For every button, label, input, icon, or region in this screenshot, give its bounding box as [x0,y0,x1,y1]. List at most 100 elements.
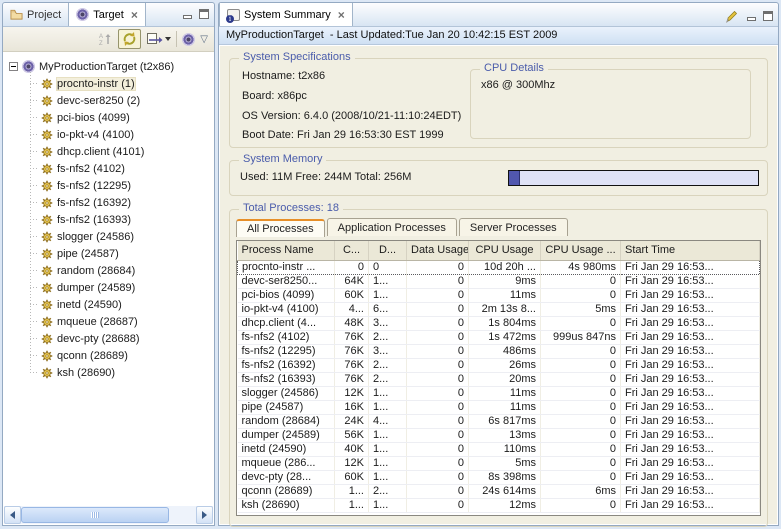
table-row[interactable]: qconn (28689)1...2...024s 614ms6msFri Ja… [238,484,760,498]
tree-item[interactable]: ksh (28690) [4,364,213,381]
table-row[interactable]: devc-pty (28...60K1...08s 398ms0Fri Jan … [238,470,760,484]
table-cell: 0 [407,484,469,498]
table-row[interactable]: fs-nfs2 (4102)76K2...01s 472ms999us 847n… [238,330,760,344]
system-summary-view: System Summary × MyProductionTarget - La… [218,2,779,526]
scroll-right-button[interactable] [196,506,213,524]
minimize-icon[interactable] [747,17,756,21]
gear-icon [41,180,53,192]
table-row[interactable]: random (28684)24K4...06s 817ms0Fri Jan 2… [238,414,760,428]
toolbar-separator [176,31,177,47]
table-cell: 2... [369,484,407,498]
maximize-icon[interactable] [199,9,209,19]
tree-item-label: pipe (24587) [57,248,119,260]
table-cell: 0 [541,400,621,414]
collapse-icon[interactable] [9,62,18,71]
tree-root-item[interactable]: MyProductionTarget (t2x86) [4,58,213,75]
tab-system-summary[interactable]: System Summary × [219,3,353,26]
table-cell: 1... [369,288,407,302]
table-row[interactable]: pipe (24587)16K1...011ms0Fri Jan 29 16:5… [238,400,760,414]
tree-item[interactable]: devc-ser8250 (2) [4,92,213,109]
tree-item[interactable]: devc-pty (28688) [4,330,213,347]
table-cell: 0 [541,274,621,288]
column-header[interactable]: D... [369,241,407,260]
tree-item-label: slogger (24586) [57,231,134,243]
table-row[interactable]: inetd (24590)40K1...0110ms0Fri Jan 29 16… [238,442,760,456]
table-cell: 1... [369,498,407,512]
table-cell: 1... [369,386,407,400]
tree-item[interactable]: procnto-instr (1) [4,75,213,92]
table-row[interactable]: slogger (24586)12K1...011ms0Fri Jan 29 1… [238,386,760,400]
tree-item-label: devc-ser8250 (2) [57,95,140,107]
table-cell: 76K [335,372,369,386]
tree-item[interactable]: pipe (24587) [4,245,213,262]
table-cell: 110ms [469,442,541,456]
target-toolbar: A Z ▽ [3,27,214,52]
scrollbar-thumb[interactable] [21,507,169,523]
table-cell: Fri Jan 29 16:53... [621,470,760,484]
close-icon[interactable]: × [131,9,138,21]
tree-item[interactable]: dhcp.client (4101) [4,143,213,160]
tree-item[interactable]: fs-nfs2 (12295) [4,177,213,194]
table-row[interactable]: io-pkt-v4 (4100)4...6...02m 13s 8...5msF… [238,302,760,316]
sort-button[interactable]: A Z [97,29,113,49]
table-row[interactable]: pci-bios (4099)60K1...011ms0Fri Jan 29 1… [238,288,760,302]
close-icon[interactable]: × [338,9,345,21]
tree-item[interactable]: slogger (24586) [4,228,213,245]
table-row[interactable]: fs-nfs2 (12295)76K3...0486ms0Fri Jan 29 … [238,344,760,358]
table-row[interactable]: procnto-instr ...00010d 20h ...4s 980msF… [238,260,760,274]
tree-item[interactable]: random (28684) [4,262,213,279]
tab-project[interactable]: Project [3,3,68,26]
refresh-icon [121,31,138,47]
tree-item[interactable]: pci-bios (4099) [4,109,213,126]
column-header[interactable]: Data Usage... [407,241,469,260]
tree-item[interactable]: qconn (28689) [4,347,213,364]
scrollbar-track[interactable] [169,506,196,524]
process-tab-1[interactable]: Application Processes [327,218,457,236]
table-row[interactable]: devc-ser8250...64K1...09ms0Fri Jan 29 16… [238,274,760,288]
target-icon [182,33,195,46]
process-tab-2[interactable]: Server Processes [459,218,568,236]
tree-item[interactable]: dumper (24589) [4,279,213,296]
tree-item[interactable]: io-pkt-v4 (4100) [4,126,213,143]
refresh-button[interactable] [118,29,141,49]
view-menu-button[interactable]: ▽ [200,29,208,49]
process-table[interactable]: Process NameC...D...Data Usage...CPU Usa… [237,241,760,513]
tree-item[interactable]: fs-nfs2 (16393) [4,211,213,228]
tree-item[interactable]: inetd (24590) [4,296,213,313]
gear-icon [41,78,53,90]
horizontal-scrollbar[interactable] [4,506,213,524]
column-header[interactable]: Start Time [621,241,760,260]
table-row[interactable]: fs-nfs2 (16392)76K2...026ms0Fri Jan 29 1… [238,358,760,372]
scroll-left-button[interactable] [4,506,21,524]
table-row[interactable]: ksh (28690)1...1...012ms0Fri Jan 29 16:5… [238,498,760,512]
table-row[interactable]: dhcp.client (4...48K3...01s 804ms0Fri Ja… [238,316,760,330]
table-cell: mqueue (286... [238,456,335,470]
maximize-icon[interactable] [763,11,773,21]
table-cell: 0 [407,358,469,372]
target-filter-button[interactable] [182,29,195,49]
pencil-icon[interactable] [723,9,738,23]
table-row[interactable]: mqueue (286...12K1...05ms0Fri Jan 29 16:… [238,456,760,470]
column-header[interactable]: CPU Usage [469,241,541,260]
table-cell: 40K [335,442,369,456]
right-view-tabbar: System Summary × [219,3,778,27]
tree-item-label: fs-nfs2 (16392) [57,197,131,209]
table-cell: 3... [369,344,407,358]
column-header[interactable]: C... [335,241,369,260]
table-row[interactable]: dumper (24589)56K1...013ms0Fri Jan 29 16… [238,428,760,442]
tree-item[interactable]: fs-nfs2 (4102) [4,160,213,177]
column-header[interactable]: CPU Usage ... [541,241,621,260]
transfer-icon [146,32,163,47]
gear-icon [41,333,53,345]
table-cell: procnto-instr ... [238,260,335,274]
table-cell: 0 [407,428,469,442]
tree-item[interactable]: mqueue (28687) [4,313,213,330]
table-cell: random (28684) [238,414,335,428]
process-tab-0[interactable]: All Processes [236,219,325,237]
column-header[interactable]: Process Name [238,241,335,260]
minimize-icon[interactable] [183,15,192,19]
tab-target[interactable]: Target × [68,3,146,26]
tree-item[interactable]: fs-nfs2 (16392) [4,194,213,211]
connect-target-button[interactable] [146,29,171,49]
table-row[interactable]: fs-nfs2 (16393)76K2...020ms0Fri Jan 29 1… [238,372,760,386]
